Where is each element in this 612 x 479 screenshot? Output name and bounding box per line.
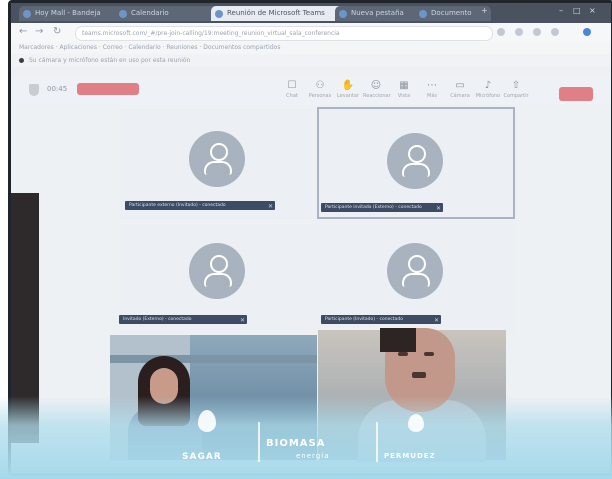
toolbar-button-label: Micrófono bbox=[475, 93, 501, 99]
mic-button[interactable]: ♪ Micrófono bbox=[475, 80, 501, 102]
mic-off-icon: ✕ bbox=[267, 203, 273, 210]
new-tab-icon[interactable]: + bbox=[481, 6, 488, 15]
browser-tab[interactable]: Nueva pestaña bbox=[335, 6, 427, 21]
profile-icon[interactable] bbox=[583, 28, 591, 36]
participant-name-tag: Participante (Invitado) - conectado ✕ bbox=[321, 315, 441, 324]
mic-off-icon: ✕ bbox=[239, 317, 245, 324]
redacted-meeting-title bbox=[77, 83, 139, 95]
person-avatar-icon bbox=[189, 243, 245, 299]
extension-icon[interactable] bbox=[551, 28, 559, 36]
share-icon: ⇧ bbox=[511, 80, 521, 91]
participant-tile[interactable]: Invitado (Externo) - conectado ✕ bbox=[119, 225, 317, 333]
favicon-icon bbox=[119, 10, 127, 18]
logo-center: BIOMASA bbox=[266, 438, 326, 449]
water-drop-logo-icon bbox=[198, 410, 216, 432]
toolbar-button-label: Vista bbox=[397, 93, 411, 99]
address-bar-row: ← → ↻ teams.microsoft.com/_#/pre-join-ca… bbox=[11, 23, 611, 43]
close-window-icon[interactable]: × bbox=[589, 6, 596, 15]
participant-tile-active-speaker[interactable]: Participante invitado (Externo) - conect… bbox=[317, 107, 515, 219]
banner-divider bbox=[376, 422, 378, 462]
toolbar-button-label: Levantar bbox=[336, 93, 360, 99]
favicon-icon bbox=[23, 10, 31, 18]
sponsor-banner: SAGAR BIOMASA energía PERMUDEZ bbox=[0, 396, 612, 479]
extension-icon[interactable] bbox=[533, 28, 541, 36]
person-avatar-icon bbox=[387, 133, 443, 189]
react-icon: ☺ bbox=[370, 80, 382, 91]
url-input[interactable]: teams.microsoft.com/_#/pre-join-calling/… bbox=[75, 26, 493, 41]
extension-icon[interactable] bbox=[497, 28, 505, 36]
chat-button[interactable]: ☐ Chat bbox=[279, 80, 305, 102]
maximize-icon[interactable]: □ bbox=[573, 6, 581, 15]
more-button[interactable]: ⋯ Más bbox=[419, 80, 445, 102]
logo-right: PERMUDEZ bbox=[384, 452, 436, 460]
recording-dot-icon bbox=[19, 58, 24, 63]
camera-in-use-notice: Su cámara y micrófono están en uso por e… bbox=[11, 54, 611, 67]
browser-tab[interactable]: Calendario bbox=[115, 6, 223, 21]
browser-tab[interactable]: Documento bbox=[415, 6, 491, 21]
view-icon: ▦ bbox=[399, 80, 409, 91]
video-person-eye bbox=[398, 352, 408, 356]
person-avatar-icon bbox=[189, 131, 245, 187]
camera-button[interactable]: ▭ Cámara bbox=[447, 80, 473, 102]
chat-icon: ☐ bbox=[287, 80, 297, 91]
mic-off-icon: ✕ bbox=[433, 317, 439, 324]
leaf-logo-icon bbox=[408, 414, 424, 432]
toolbar-button-label: Chat bbox=[286, 93, 298, 99]
raise-hand-icon: ✋ bbox=[341, 80, 355, 91]
meeting-timer: 00:45 bbox=[47, 85, 68, 93]
forward-icon[interactable]: → bbox=[35, 26, 43, 37]
toolbar-button-label: Cámara bbox=[450, 93, 470, 99]
favicon-icon bbox=[419, 10, 427, 18]
more-icon: ⋯ bbox=[427, 80, 437, 91]
video-person-hair bbox=[380, 328, 416, 352]
toolbar-button-label: Compartir bbox=[503, 93, 529, 99]
minimize-icon[interactable]: – bbox=[559, 6, 563, 15]
share-button[interactable]: ⇧ Compartir bbox=[503, 80, 529, 102]
toolbar-button-label: Reaccionar bbox=[363, 93, 391, 99]
participant-name-tag: Invitado (Externo) - conectado ✕ bbox=[119, 315, 247, 324]
video-person-eye bbox=[424, 352, 434, 356]
leave-button[interactable] bbox=[559, 87, 593, 101]
browser-tab-active[interactable]: Reunión de Microsoft Teams × bbox=[211, 6, 347, 21]
logo-left: SAGAR bbox=[182, 452, 222, 462]
person-avatar-icon bbox=[387, 243, 443, 299]
video-person-mouth bbox=[412, 372, 426, 378]
participant-name-tag: Participante invitado (Externo) - conect… bbox=[321, 203, 443, 212]
toolbar-button-label: Más bbox=[427, 93, 437, 99]
mic-off-icon: ✕ bbox=[435, 205, 441, 212]
react-button[interactable]: ☺ Reaccionar bbox=[363, 80, 391, 102]
banner-divider bbox=[258, 422, 260, 462]
mic-icon: ♪ bbox=[484, 80, 492, 91]
people-icon: ⚇ bbox=[315, 80, 325, 91]
teams-favicon-icon bbox=[215, 10, 223, 18]
participant-tile[interactable]: Participante (Invitado) - conectado ✕ bbox=[317, 225, 515, 333]
participant-tile[interactable]: Participante externo (Invitado) - conect… bbox=[119, 111, 317, 219]
browser-tab[interactable]: Hoy Mall - Bandeja bbox=[19, 6, 127, 21]
favicon-icon bbox=[339, 10, 347, 18]
raise-hand-button[interactable]: ✋ Levantar bbox=[335, 80, 361, 102]
people-button[interactable]: ⚇ Personas bbox=[307, 80, 333, 102]
extension-icon[interactable] bbox=[515, 28, 523, 36]
meeting-toolbar: 00:45 ☐ Chat ⚇ Personas ✋ Levantar ☺ Reaccionar… bbox=[11, 75, 611, 105]
bookmarks-bar[interactable]: Marcadores · Aplicaciones · Correo · Cal… bbox=[11, 42, 611, 54]
camera-icon: ▭ bbox=[455, 80, 465, 91]
browser-tab-bar: Hoy Mall - Bandeja Calendario Reunión de… bbox=[11, 3, 611, 23]
participant-name-tag: Participante externo (Invitado) - conect… bbox=[125, 201, 275, 210]
view-button[interactable]: ▦ Vista bbox=[391, 80, 417, 102]
toolbar-button-label: Personas bbox=[308, 93, 332, 99]
shield-icon bbox=[29, 84, 39, 96]
back-icon[interactable]: ← bbox=[19, 26, 27, 37]
logo-center-sub: energía bbox=[296, 452, 330, 460]
reload-icon[interactable]: ↻ bbox=[53, 26, 61, 37]
